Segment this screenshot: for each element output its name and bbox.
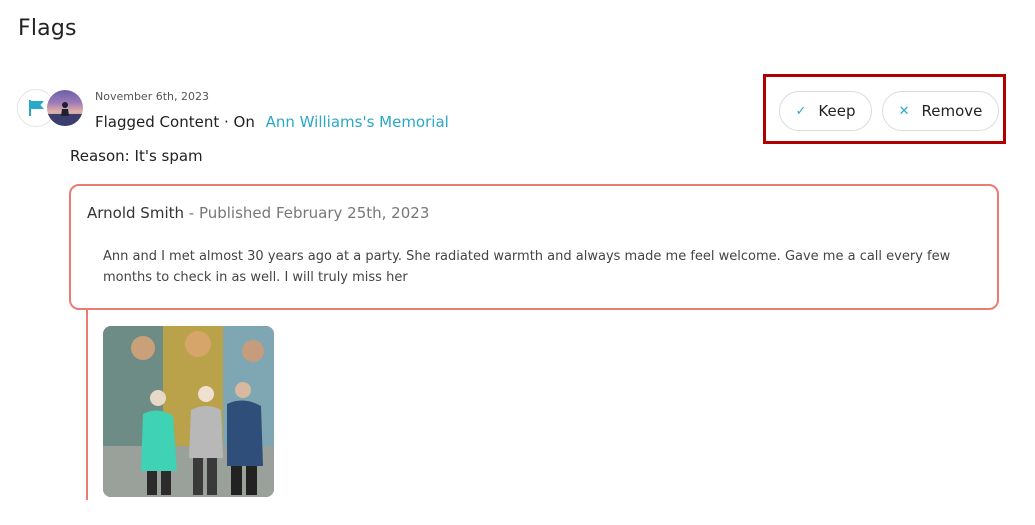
- keep-button[interactable]: ✓ Keep: [779, 91, 872, 131]
- flag-reason: Reason: It's spam: [70, 147, 203, 165]
- post-separator: -: [184, 204, 199, 222]
- page-title: Flags: [18, 16, 77, 41]
- keep-label: Keep: [818, 102, 856, 120]
- reason-value: It's spam: [134, 147, 203, 165]
- reason-label: Reason:: [70, 147, 130, 165]
- thread-line: [86, 310, 88, 500]
- avatar[interactable]: [47, 90, 83, 126]
- post-published-date: Published February 25th, 2023: [198, 204, 430, 222]
- flag-type: Flagged Content · On: [95, 113, 255, 131]
- post-photo[interactable]: [103, 326, 274, 497]
- remove-label: Remove: [921, 102, 983, 120]
- flag-date: November 6th, 2023: [95, 90, 209, 103]
- post-header: Arnold Smith - Published February 25th, …: [87, 204, 429, 222]
- post-body: Ann and I met almost 30 years ago at a p…: [103, 249, 951, 285]
- x-icon: ✕: [898, 103, 910, 119]
- flag-icon: [29, 100, 44, 116]
- remove-button[interactable]: ✕ Remove: [882, 91, 999, 131]
- flag-summary: Flagged Content · On Ann Williams's Memo…: [95, 113, 449, 131]
- check-icon: ✓: [795, 103, 807, 119]
- memorial-link[interactable]: Ann Williams's Memorial: [266, 113, 449, 131]
- post-author: Arnold Smith: [87, 204, 184, 222]
